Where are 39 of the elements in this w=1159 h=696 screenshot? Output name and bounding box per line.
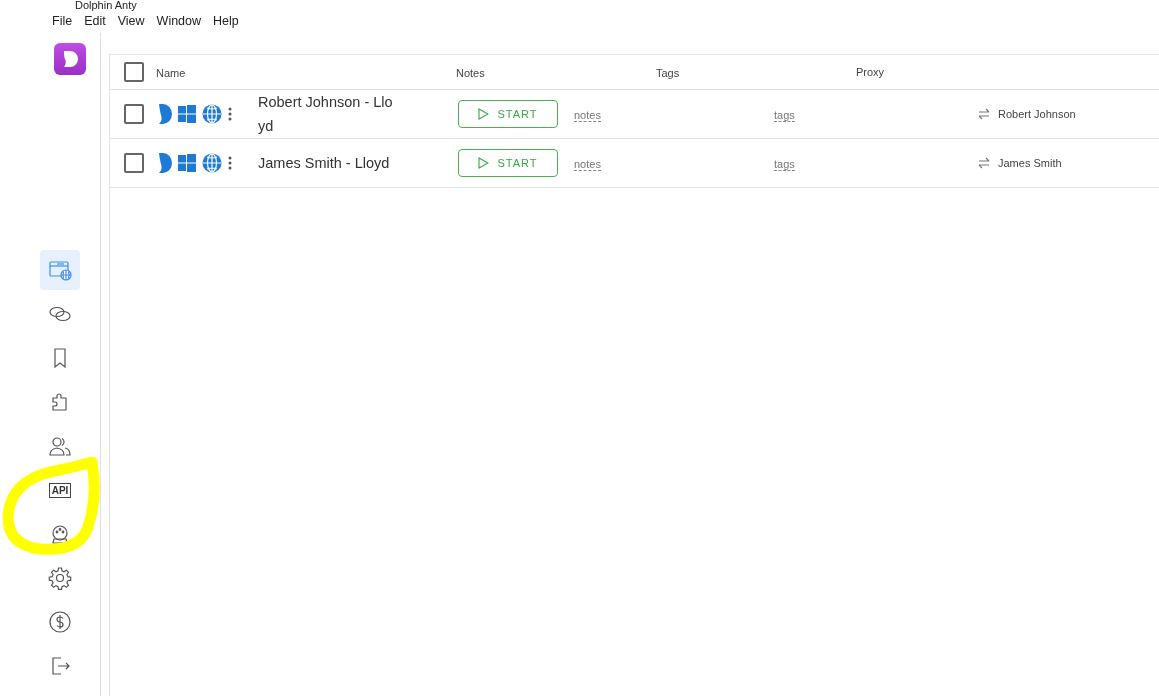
notes-link[interactable]: notes: [574, 109, 601, 122]
notes-link[interactable]: notes: [574, 158, 601, 171]
globe-icon: [202, 104, 222, 124]
dolphin-icon: [158, 104, 172, 124]
menu-item[interactable]: View: [117, 14, 145, 33]
windows-icon: [178, 105, 196, 123]
sidebar-item[interactable]: API: [40, 470, 80, 510]
column-header[interactable]: Name: [156, 67, 186, 79]
row-checkbox[interactable]: [124, 153, 144, 173]
menu-item[interactable]: Help: [213, 14, 239, 33]
play-icon: [478, 157, 490, 169]
column-header[interactable]: Notes: [456, 67, 485, 79]
menu-item[interactable]: Window: [156, 14, 202, 33]
dolphin-icon: [158, 153, 172, 173]
people-icon: [48, 434, 72, 458]
window-title: Dolphin Anty: [75, 0, 138, 11]
proxy-name: Robert Johnson: [998, 108, 1076, 120]
proxy-name: James Smith: [998, 157, 1062, 169]
tags-link[interactable]: tags: [774, 109, 795, 122]
profile-name: James Smith - Lloyd: [258, 154, 391, 173]
browser-globe-icon: [48, 258, 72, 282]
select-all-checkbox[interactable]: [124, 62, 144, 82]
windows-icon: [178, 154, 196, 172]
menu-item[interactable]: File: [52, 14, 73, 33]
play-icon: [478, 108, 490, 120]
globe-icon: [202, 153, 222, 173]
swap-arrows-icon: [978, 108, 990, 120]
settings-icon: [48, 566, 72, 590]
swap-arrows-icon: [978, 157, 990, 169]
more-options-icon[interactable]: [228, 107, 232, 121]
tags-link[interactable]: tags: [774, 158, 795, 171]
column-header[interactable]: Tags: [656, 67, 680, 79]
menu-item[interactable]: Edit: [84, 14, 106, 33]
column-header[interactable]: Proxy: [856, 66, 885, 78]
row-checkbox[interactable]: [124, 104, 144, 124]
dollar-circle-icon: [48, 610, 72, 634]
more-options-icon[interactable]: [228, 156, 232, 170]
profile-name: Robert Johnson - Lloyd: [258, 93, 393, 136]
app-logo[interactable]: [54, 43, 86, 75]
